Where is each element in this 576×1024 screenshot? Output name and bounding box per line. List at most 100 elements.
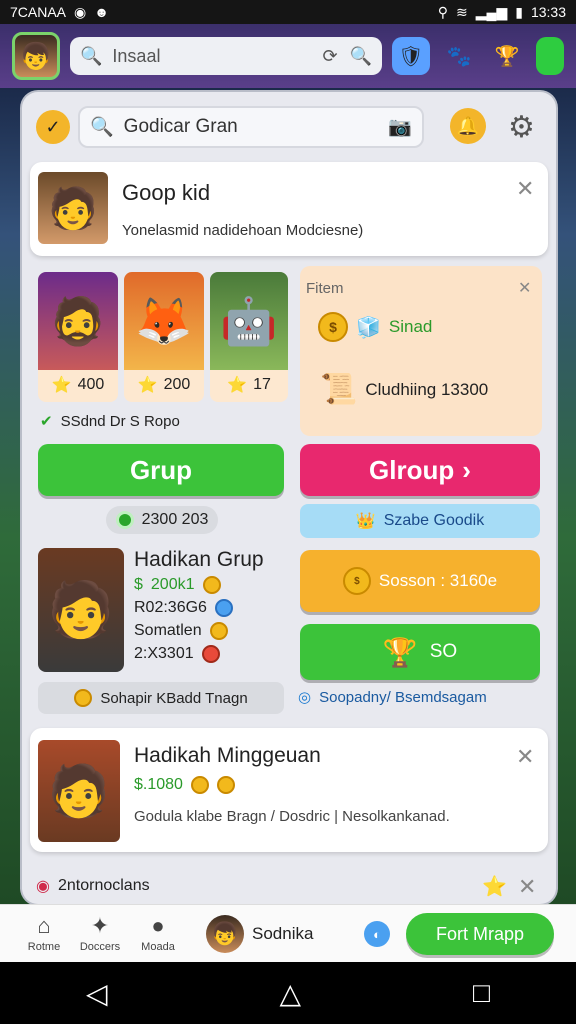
badge-icon[interactable]: ✓	[36, 110, 70, 144]
member-avatar: 🧑	[38, 548, 124, 672]
filter-item-2-label: Cludhiing 13300	[365, 379, 489, 399]
grup-button[interactable]: Grup	[38, 444, 284, 496]
tile-3[interactable]: 🤖 ⭐ 17	[210, 272, 288, 402]
second-card-name: Hadikah Minggeuan	[134, 744, 321, 767]
tile-count: 200	[163, 376, 191, 393]
group-button[interactable]: Glroup ›	[300, 444, 540, 496]
scroll-icon: 📜	[320, 373, 358, 406]
coin-icon	[209, 622, 228, 640]
close-icon[interactable]: ✕	[516, 176, 534, 202]
shield-icon[interactable]: 🛡	[392, 37, 430, 75]
profile-avatar: 🧑	[38, 172, 108, 244]
nav-doccers-label: Doccers	[79, 941, 121, 953]
so-button-label: SO	[429, 641, 458, 662]
user-avatar[interactable]: 👦	[12, 32, 60, 80]
second-card-price-row: $.1080	[134, 776, 235, 794]
filter-item-2[interactable]: 📜 Cludhiing 13300	[320, 372, 488, 407]
character-image: 🦊	[124, 272, 204, 370]
settings-icon[interactable]: ⚙	[508, 110, 535, 145]
star-icon: ⭐	[227, 377, 248, 394]
grup-button-label: Grup	[129, 454, 193, 485]
link-row[interactable]: ◎ Soopadny/ Bsemdsagam	[298, 688, 487, 707]
home-icon[interactable]: △	[280, 977, 302, 1010]
nav-moada-label: Moada	[141, 941, 175, 953]
second-card-desc: Godula klabe Bragn / Dosdric | Nesolkank…	[134, 808, 450, 825]
panel-search-bar[interactable]: 🔍 Godicar Gran 📷	[78, 106, 424, 148]
stat-1: 200k1	[150, 576, 195, 593]
coin-icon	[216, 776, 235, 794]
camera-icon[interactable]: 📷	[388, 115, 412, 139]
score-text: Szabe Goodik	[383, 512, 485, 529]
battery-icon: ▮	[515, 3, 523, 20]
bottom-strip[interactable]: ◉ 2ntornoclans	[36, 876, 150, 896]
close-icon[interactable]: ✕	[516, 744, 534, 770]
status-bar: 7CANAA ◉ ☻ ⚲ ≋ ▂▄▆ ▮ 13:33	[0, 0, 576, 24]
wifi-icon: ≋	[456, 3, 468, 20]
tile-count: 17	[253, 376, 271, 393]
app-bar: 👦 🔍 Insaal ⟳ 🔍 🛡 🐾 🏆	[0, 24, 576, 88]
coin-icon: $	[318, 312, 348, 342]
filter-item-1-label: Sinad	[388, 317, 433, 336]
so-button[interactable]: 🏆 SO	[300, 624, 540, 680]
nav-user[interactable]: 👦 Sodnika	[206, 915, 313, 953]
recents-icon[interactable]: □	[473, 977, 490, 1009]
star-icon: ⭐	[137, 377, 158, 394]
balance-text: 2300 203	[141, 511, 209, 528]
tile-2[interactable]: 🦊 ⭐ 200	[124, 272, 204, 402]
cube-icon: 🧊	[356, 316, 381, 339]
nav-user-name: Sodnika	[252, 924, 314, 943]
verified-text: SSdnd Dr S Ropo	[60, 412, 180, 430]
reward-button[interactable]: $ Sosson : 3160e	[300, 550, 540, 612]
crown-icon: 👑	[355, 513, 376, 530]
top-search-input[interactable]: Insaal	[112, 46, 160, 67]
nav-home[interactable]: ⌂ Rotme	[16, 911, 72, 953]
coin-icon	[190, 776, 209, 794]
star-icon: ⭐	[51, 377, 72, 394]
filter-item-1[interactable]: $ 🧊 Sinad	[318, 312, 432, 342]
coin-icon: $	[342, 567, 371, 595]
group-icon: ◉	[36, 878, 50, 895]
close-icon[interactable]: ✕	[518, 278, 531, 298]
link-icon: ◎	[298, 689, 312, 706]
second-card-avatar: 🧑	[38, 740, 120, 842]
cta-button-label: Fort Mrapp	[435, 923, 525, 944]
score-pill[interactable]: 👑 Szabe Goodik	[300, 504, 540, 538]
bell-icon[interactable]: 🔔	[450, 108, 486, 144]
battery-card-icon[interactable]	[536, 37, 564, 75]
stat-2: R02:36G6	[134, 599, 207, 616]
member-footer[interactable]: Sohapir KBadd Tnagn	[38, 682, 284, 714]
cta-button[interactable]: Fort Mrapp	[406, 913, 554, 955]
notification-icon[interactable]: ◐	[364, 921, 390, 947]
coin-icon	[74, 689, 93, 707]
member-footer-text: Sohapir KBadd Tnagn	[100, 689, 248, 707]
refresh-icon[interactable]: ⟳	[322, 46, 337, 67]
alert-icon: ◉	[74, 3, 87, 20]
balance-pill: 2300 203	[106, 506, 218, 534]
tile-1[interactable]: 🧔 ⭐ 400	[38, 272, 118, 402]
search-icon: 🔍	[90, 117, 114, 138]
check-icon: ✔	[40, 413, 53, 430]
nav-doccers[interactable]: ✦ Doccers	[72, 911, 128, 953]
trophy-icon[interactable]: 🏆	[488, 37, 526, 75]
second-card-price: $.1080	[134, 776, 183, 793]
dot-icon	[115, 511, 134, 529]
back-icon[interactable]: ◁	[86, 977, 108, 1010]
character-image: 🤖	[210, 272, 288, 370]
stat-4: 2:X3301	[134, 645, 194, 662]
panel-search-input[interactable]: Godicar Gran	[124, 116, 238, 138]
home-icon: ⌂	[37, 913, 51, 938]
coin-icon	[202, 576, 221, 594]
face-icon: ☻	[94, 4, 109, 20]
bottom-strip-text: 2ntornoclans	[57, 877, 150, 894]
search-icon: 🔍	[80, 45, 103, 66]
nav-home-label: Rotme	[27, 941, 61, 953]
star-icon[interactable]: ⭐	[482, 874, 507, 899]
paw-icon[interactable]: 🐾	[440, 37, 478, 75]
ruby-icon	[201, 645, 220, 663]
gem-icon	[214, 599, 233, 617]
top-search-bar[interactable]: 🔍 Insaal ⟳ 🔍	[70, 37, 382, 75]
search-icon[interactable]: 🔍	[350, 46, 372, 67]
close-icon[interactable]: ✕	[518, 874, 536, 900]
stat-3: Somatlen	[134, 622, 202, 639]
nav-moada[interactable]: ● Moada	[130, 911, 186, 953]
